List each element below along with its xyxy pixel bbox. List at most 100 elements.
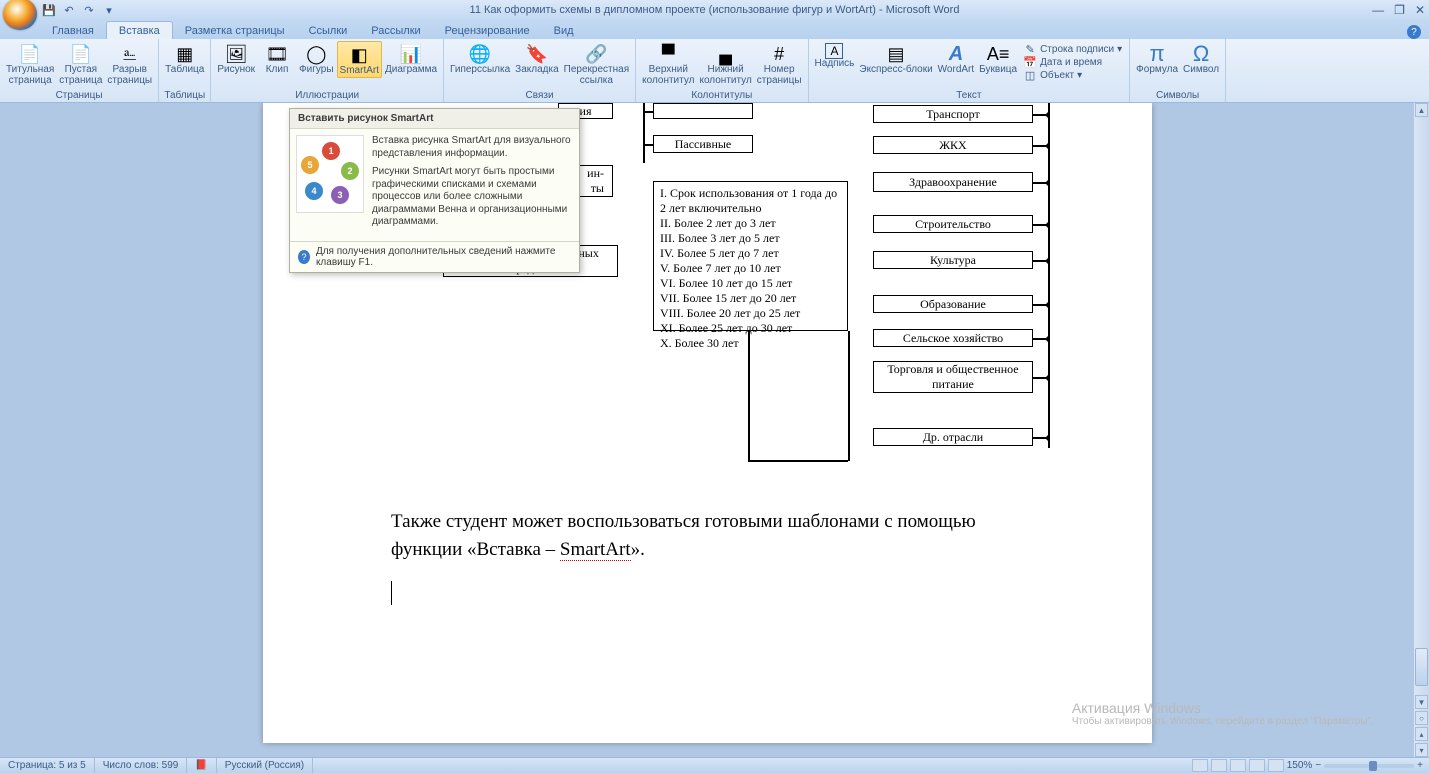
close-button[interactable]: ✕ <box>1415 3 1425 17</box>
tooltip-p1: Вставка рисунка SmartArt для визуального… <box>372 135 573 160</box>
diagram-box: Сельское хозяйство <box>873 329 1033 347</box>
group-pages: 📄Титульная страница 📄Пустая страница ⎁Ра… <box>0 39 159 102</box>
smartart-icon: ◧ <box>345 44 373 66</box>
status-words[interactable]: Число слов: 599 <box>95 758 188 773</box>
status-bar: Страница: 5 из 5 Число слов: 599 📕 Русск… <box>0 757 1429 773</box>
diagram-list-box: I. Срок использования от 1 года до 2 лет… <box>653 181 848 331</box>
zoom-out-button[interactable]: − <box>1315 760 1321 771</box>
book-icon: 📕 <box>195 760 207 771</box>
bookmark-button[interactable]: 🔖Закладка <box>513 41 560 76</box>
help-icon[interactable]: ? <box>1407 25 1421 39</box>
scroll-down-button[interactable]: ▼ <box>1415 695 1428 709</box>
tab-insert[interactable]: Вставка <box>106 21 173 39</box>
group-illustrations: 🖼Рисунок 🎞Клип ◯Фигуры ◧SmartArt 📊Диагра… <box>211 39 444 102</box>
smartart-button[interactable]: ◧SmartArt <box>337 41 382 78</box>
scroll-up-button[interactable]: ▲ <box>1415 103 1428 117</box>
page-icon: 📄 <box>67 43 95 65</box>
view-draft[interactable] <box>1268 759 1284 772</box>
crossref-icon: 🔗 <box>582 43 610 65</box>
next-page-button[interactable]: ▾ <box>1415 743 1428 757</box>
tooltip-help-text: Для получения дополнительных сведений на… <box>316 246 571 268</box>
shapes-icon: ◯ <box>302 43 330 65</box>
window-title: 11 Как оформить схемы в дипломном проект… <box>470 4 960 16</box>
view-fullscreen[interactable] <box>1211 759 1227 772</box>
tooltip-p2: Рисунки SmartArt могут быть простыми гра… <box>372 166 573 229</box>
spellcheck-word: SmartArt <box>560 539 631 561</box>
tab-mailings[interactable]: Рассылки <box>359 22 432 39</box>
equation-button[interactable]: πФормула <box>1134 41 1180 76</box>
chart-button[interactable]: 📊Диаграмма <box>383 41 439 76</box>
tab-home[interactable]: Главная <box>40 22 106 39</box>
tab-layout[interactable]: Разметка страницы <box>173 22 297 39</box>
shapes-button[interactable]: ◯Фигуры <box>297 41 335 76</box>
wordart-icon: A <box>942 43 970 65</box>
clip-icon: 🎞 <box>263 43 291 65</box>
blank-page-button[interactable]: 📄Пустая страница <box>57 41 104 86</box>
wordart-button[interactable]: AWordArt <box>936 41 977 76</box>
group-tables: ▦Таблица Таблицы <box>159 39 211 102</box>
picture-button[interactable]: 🖼Рисунок <box>215 41 257 76</box>
datetime-button[interactable]: 📅Дата и время <box>1023 56 1122 68</box>
globe-icon: 🌐 <box>466 43 494 65</box>
signature-icon: ✎ <box>1023 43 1037 55</box>
signature-line-button[interactable]: ✎Строка подписи ▾ <box>1023 43 1122 55</box>
status-proofing[interactable]: 📕 <box>187 758 216 773</box>
zoom-in-button[interactable]: + <box>1417 760 1423 771</box>
chart-icon: 📊 <box>397 43 425 65</box>
tab-references[interactable]: Ссылки <box>297 22 360 39</box>
picture-icon: 🖼 <box>222 43 250 65</box>
table-icon: ▦ <box>171 43 199 65</box>
header-icon: ▀ <box>654 43 682 65</box>
maximize-button[interactable]: ❐ <box>1394 3 1405 17</box>
page-icon: 📄 <box>16 43 44 65</box>
dropcap-icon: A≡ <box>984 43 1012 65</box>
redo-icon[interactable]: ↷ <box>82 3 96 17</box>
page-number-button[interactable]: #Номер страницы <box>755 41 804 86</box>
prev-page-button[interactable]: ▴ <box>1415 727 1428 741</box>
diagram-box: Транспорт <box>873 105 1033 123</box>
dropcap-button[interactable]: A≡Буквица <box>977 41 1019 76</box>
cover-page-button[interactable]: 📄Титульная страница <box>4 41 56 86</box>
textbox-button[interactable]: AНадпись <box>813 41 857 70</box>
object-button[interactable]: ◫Объект ▾ <box>1023 69 1122 81</box>
tab-review[interactable]: Рецензирование <box>433 22 542 39</box>
view-outline[interactable] <box>1249 759 1265 772</box>
undo-icon[interactable]: ↶ <box>62 3 76 17</box>
zoom-slider-thumb[interactable] <box>1369 761 1377 771</box>
page-break-button[interactable]: ⎁Разрыв страницы <box>105 41 154 86</box>
minimize-button[interactable]: — <box>1372 3 1384 17</box>
scroll-thumb[interactable] <box>1415 648 1428 686</box>
diagram-box: Др. отрасли <box>873 428 1033 446</box>
quickparts-button[interactable]: ▤Экспресс-блоки <box>857 41 934 76</box>
tooltip-preview-image: 1 2 3 4 5 <box>296 135 364 213</box>
zoom-value[interactable]: 150% <box>1287 760 1313 771</box>
footer-button[interactable]: ▄Нижний колонтитул <box>697 41 753 86</box>
group-text: AНадпись ▤Экспресс-блоки AWordArt A≡Букв… <box>809 39 1131 102</box>
view-print-layout[interactable] <box>1192 759 1208 772</box>
tab-view[interactable]: Вид <box>542 22 586 39</box>
status-page[interactable]: Страница: 5 из 5 <box>0 758 95 773</box>
diagram-box: Строительство <box>873 215 1033 233</box>
clip-button[interactable]: 🎞Клип <box>258 41 296 76</box>
crossref-button[interactable]: 🔗Перекрестная ссылка <box>562 41 631 86</box>
windows-activation-watermark: Активация Windows Чтобы активировать Win… <box>1072 700 1374 727</box>
status-language[interactable]: Русский (Россия) <box>217 758 313 773</box>
hyperlink-button[interactable]: 🌐Гиперссылка <box>448 41 512 76</box>
vertical-scrollbar[interactable]: ▲ ▼ ○ ▴ ▾ <box>1414 103 1429 757</box>
table-button[interactable]: ▦Таблица <box>163 41 206 76</box>
qat-dropdown-icon[interactable]: ▾ <box>102 3 116 17</box>
symbol-button[interactable]: ΩСимвол <box>1181 41 1221 76</box>
document-area: Транспорт ЖКХ Здравоохранение Строительс… <box>0 103 1414 757</box>
view-web[interactable] <box>1230 759 1246 772</box>
diagram-box: Культура <box>873 251 1033 269</box>
document-paragraph[interactable]: Также студент может воспользоваться гото… <box>391 508 1032 614</box>
save-icon[interactable]: 💾 <box>42 3 56 17</box>
help-badge-icon: ? <box>298 250 310 264</box>
browse-object-button[interactable]: ○ <box>1415 711 1428 725</box>
pi-icon: π <box>1143 43 1171 65</box>
zoom-slider[interactable] <box>1324 764 1414 768</box>
omega-icon: Ω <box>1187 43 1215 65</box>
tooltip-title: Вставить рисунок SmartArt <box>290 109 579 129</box>
textbox-icon: A <box>825 43 843 59</box>
header-button[interactable]: ▀Верхний колонтитул <box>640 41 696 86</box>
